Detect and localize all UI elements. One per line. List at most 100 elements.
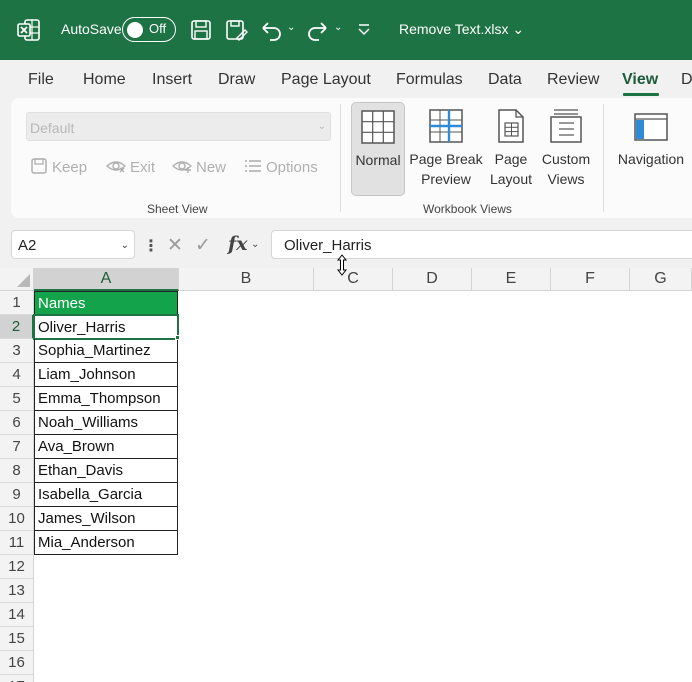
cancel-icon[interactable]: ✕ [167, 234, 183, 257]
row-header[interactable]: 8 [0, 459, 34, 483]
more-options-icon[interactable]: ⋮ [143, 236, 159, 256]
row-header[interactable]: 6 [0, 411, 34, 435]
excel-logo-icon [17, 18, 41, 42]
column-header-c[interactable]: C [314, 268, 393, 291]
fill-handle[interactable] [175, 335, 180, 340]
tab-home[interactable]: Home [83, 71, 126, 89]
row-header[interactable]: 14 [0, 603, 34, 627]
row-header[interactable]: 4 [0, 363, 34, 387]
tab-draw[interactable]: Draw [218, 71, 255, 89]
row-header[interactable]: 9 [0, 483, 34, 507]
select-all-triangle-icon [17, 274, 30, 287]
column-header-d[interactable]: D [393, 268, 472, 291]
page-layout-icon [498, 109, 524, 143]
name-box-value: A2 [18, 237, 37, 254]
column-header-a[interactable]: A [34, 268, 179, 291]
new-button[interactable]: New [171, 157, 226, 176]
cell-a11[interactable]: Mia_Anderson [34, 531, 178, 555]
normal-view-label: Normal [355, 152, 401, 168]
custom-views-icon [550, 109, 582, 143]
undo-icon[interactable] [259, 18, 283, 42]
row-header[interactable]: 15 [0, 627, 34, 651]
row-header[interactable]: 7 [0, 435, 34, 459]
cell-a9[interactable]: Isabella_Garcia [34, 483, 178, 507]
redo-dropdown-icon[interactable]: ⌄ [334, 22, 342, 33]
cell-a2[interactable]: Oliver_Harris [33, 314, 179, 340]
row-header[interactable]: 11 [0, 531, 34, 555]
cell-a5[interactable]: Emma_Thompson [34, 387, 178, 411]
autosave-toggle[interactable]: Off [122, 17, 176, 42]
file-name[interactable]: Remove Text.xlsx ⌄ [399, 21, 524, 38]
autosave-label: AutoSave [61, 21, 122, 37]
name-box[interactable]: A2 ⌄ [11, 230, 135, 259]
chevron-down-icon: ⌄ [317, 121, 326, 132]
chevron-down-icon[interactable]: ⌄ [121, 240, 129, 251]
sheet-view-placeholder: Default [30, 120, 75, 136]
toggle-knob [127, 21, 143, 38]
save-as-icon[interactable] [224, 18, 248, 42]
active-tab-indicator [623, 93, 659, 96]
tab-page-layout[interactable]: Page Layout [281, 71, 371, 89]
tab-insert[interactable]: Insert [152, 71, 192, 89]
row-header[interactable]: 16 [0, 651, 34, 675]
save-icon[interactable] [189, 18, 213, 42]
eye-exit-icon [105, 161, 127, 173]
column-header-f[interactable]: F [551, 268, 630, 291]
row-header[interactable]: 10 [0, 507, 34, 531]
row-header[interactable]: 12 [0, 555, 34, 579]
normal-view-button[interactable]: Normal [351, 102, 405, 196]
tab-data[interactable]: Data [488, 71, 522, 89]
options-button[interactable]: Options [244, 157, 318, 176]
sheet-view-dropdown[interactable]: Default ⌄ [26, 112, 331, 141]
ribbon-tabs: File Home Insert Draw Page Layout Formul… [0, 60, 692, 100]
normal-view-icon [361, 110, 395, 144]
cell-a3[interactable]: Sophia_Martinez [34, 339, 178, 363]
navigation-label: Navigation [617, 151, 685, 167]
eye-new-icon [171, 161, 193, 173]
row-header[interactable]: 17 [0, 675, 34, 682]
column-header-e[interactable]: E [472, 268, 551, 291]
page-break-preview-icon [429, 109, 463, 143]
column-header-g[interactable]: G [630, 268, 692, 291]
sheet-view-group-label: Sheet View [147, 202, 208, 216]
custom-views-label-1: Custom [541, 151, 591, 167]
row-header[interactable]: 1 [0, 291, 34, 315]
custom-views-label-2: Views [547, 171, 585, 187]
insert-function-icon[interactable]: fx [228, 233, 248, 255]
tab-file[interactable]: File [28, 71, 54, 89]
group-separator [340, 104, 341, 212]
row-header[interactable]: 2 [0, 315, 34, 339]
row-header[interactable]: 3 [0, 339, 34, 363]
navigation-pane-icon [634, 113, 668, 141]
custom-views-button[interactable]: Custom Views [538, 102, 594, 196]
page-break-preview-button[interactable]: Page Break Preview [407, 102, 485, 196]
cell-a4[interactable]: Liam_Johnson [34, 363, 178, 387]
tab-draw-overflow[interactable]: D [681, 71, 692, 89]
list-options-icon [245, 160, 261, 172]
cell-a7[interactable]: Ava_Brown [34, 435, 178, 459]
tab-formulas[interactable]: Formulas [396, 71, 463, 89]
cell-a10[interactable]: James_Wilson [34, 507, 178, 531]
workbook-views-group-label: Workbook Views [423, 202, 512, 216]
cell-a6[interactable]: Noah_Williams [34, 411, 178, 435]
page-layout-label-2: Layout [489, 171, 533, 187]
title-bar: AutoSave Off ⌄ ⌄ Remove Text.xlsx ⌄ [0, 0, 692, 60]
undo-dropdown-icon[interactable]: ⌄ [287, 22, 295, 33]
customize-toolbar-icon[interactable] [356, 22, 380, 46]
resize-cursor-icon [335, 254, 349, 276]
keep-button[interactable]: Keep [30, 157, 87, 176]
row-header[interactable]: 13 [0, 579, 34, 603]
row-header[interactable]: 5 [0, 387, 34, 411]
tab-view[interactable]: View [622, 71, 658, 89]
cell-a8[interactable]: Ethan_Davis [34, 459, 178, 483]
column-header-b[interactable]: B [179, 268, 314, 291]
cell-a1[interactable]: Names [34, 291, 178, 315]
chevron-down-icon[interactable]: ⌄ [251, 239, 259, 250]
page-break-label-1: Page Break [409, 151, 483, 167]
enter-icon[interactable]: ✓ [195, 234, 211, 257]
tab-review[interactable]: Review [547, 71, 599, 89]
exit-button[interactable]: Exit [105, 157, 155, 176]
redo-icon[interactable] [306, 18, 330, 42]
navigation-button[interactable]: Navigation [612, 102, 690, 196]
page-layout-button[interactable]: Page Layout [487, 102, 535, 196]
